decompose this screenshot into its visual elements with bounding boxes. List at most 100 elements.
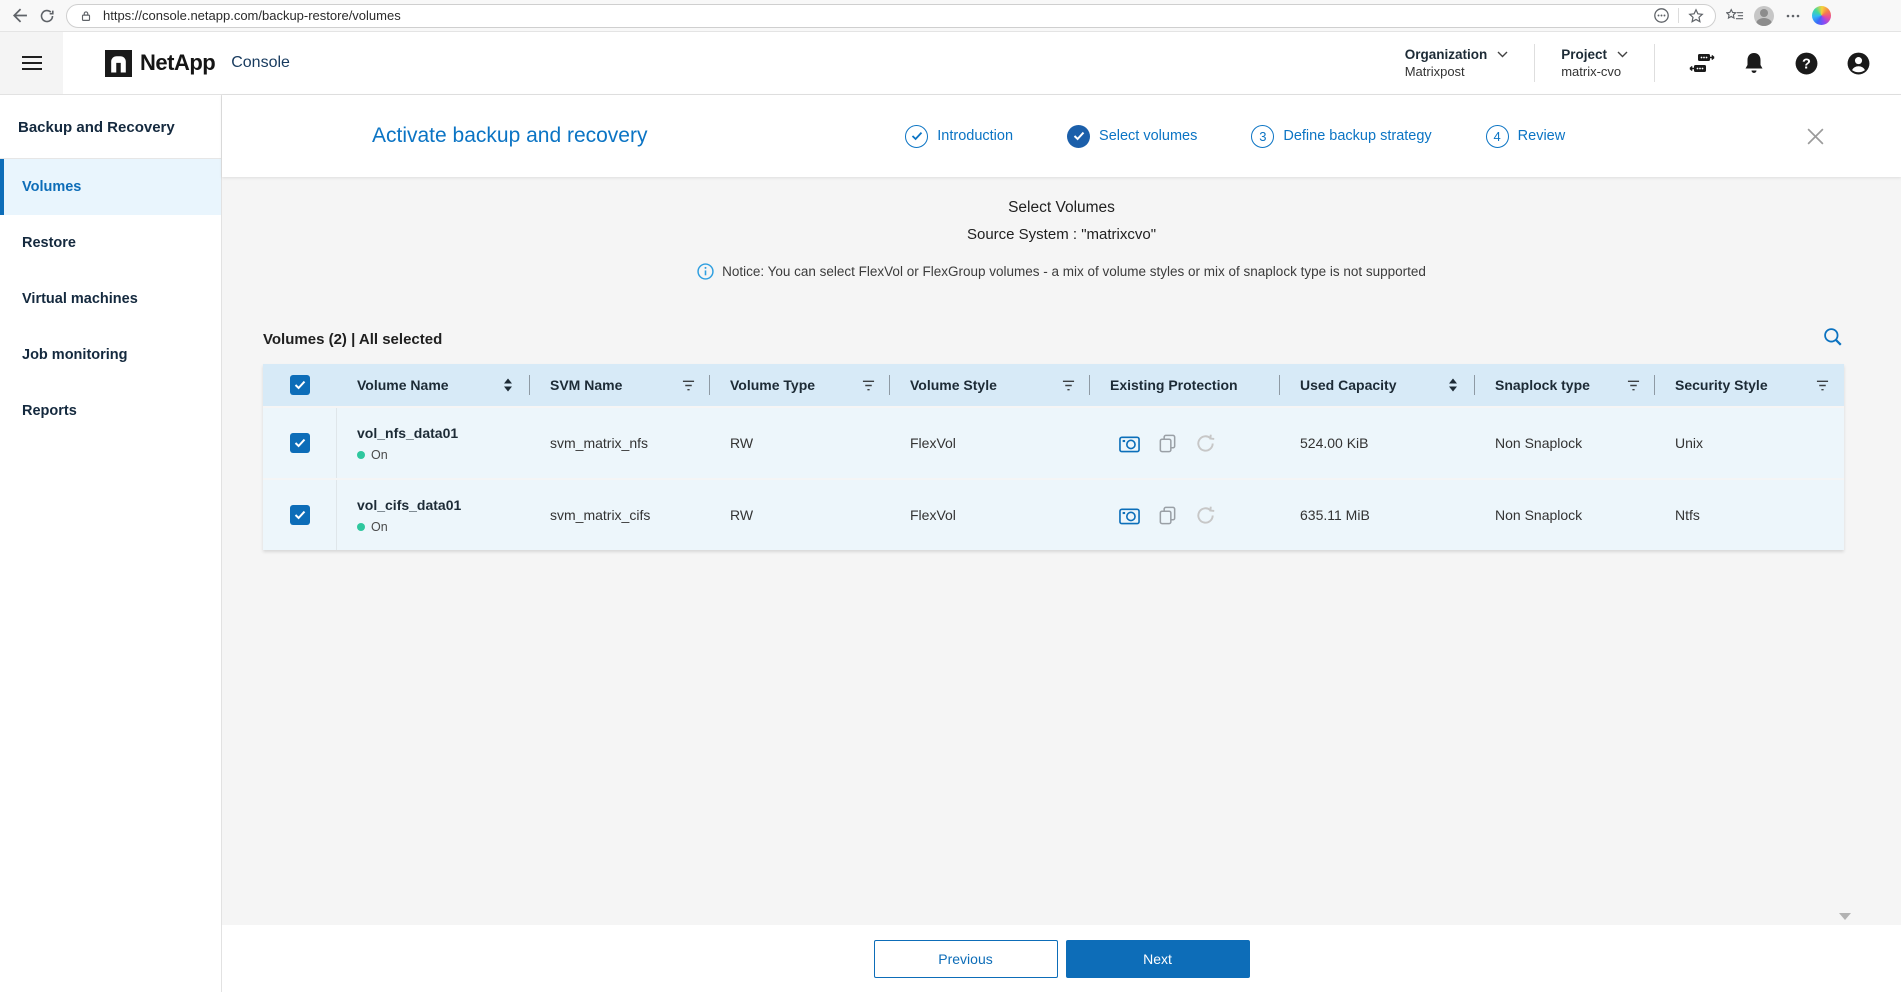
- select-all-checkbox[interactable]: [290, 375, 310, 395]
- close-icon[interactable]: [1803, 123, 1829, 149]
- filter-icon[interactable]: [860, 377, 876, 393]
- sidebar: Backup and Recovery Volumes Restore Virt…: [0, 95, 222, 992]
- lock-icon: [77, 7, 95, 25]
- netapp-logo[interactable]: NetApp: [105, 49, 216, 77]
- volume-type: RW: [730, 507, 754, 523]
- filter-icon[interactable]: [1060, 377, 1076, 393]
- row-checkbox[interactable]: [289, 505, 310, 525]
- filter-icon[interactable]: [1625, 377, 1641, 393]
- reader-ellipsis-icon[interactable]: [1652, 7, 1670, 25]
- notice-banner: Notice: You can select FlexVol or FlexGr…: [222, 263, 1901, 280]
- wizard-steps: Introduction Select volumes 3 Define bac…: [845, 124, 1566, 148]
- filter-icon[interactable]: [680, 377, 696, 393]
- step-current-check-icon: [1067, 124, 1091, 148]
- security-style: Unix: [1675, 435, 1704, 451]
- existing-protection-cell: [1090, 504, 1280, 527]
- column-label: Used Capacity: [1300, 377, 1397, 393]
- organization-label: Organization: [1404, 47, 1488, 62]
- copilot-icon[interactable]: [1812, 6, 1831, 25]
- volume-type: RW: [730, 435, 754, 451]
- organization-selector[interactable]: Organization Matrixpost: [1379, 47, 1535, 79]
- svm-name: svm_matrix_nfs: [550, 435, 649, 451]
- copy-icon[interactable]: [1156, 432, 1179, 455]
- wizard-header: Activate backup and recovery Introductio…: [222, 95, 1901, 177]
- wizard-content: Select Volumes Source System : "matrixcv…: [222, 177, 1901, 925]
- step-introduction[interactable]: Introduction: [905, 124, 1013, 148]
- sort-icon[interactable]: [500, 377, 516, 393]
- browser-back-icon[interactable]: [10, 7, 28, 25]
- copy-icon[interactable]: [1156, 504, 1179, 527]
- step-label: Review: [1517, 128, 1566, 144]
- row-checkbox[interactable]: [289, 433, 310, 453]
- volume-status: On: [371, 447, 388, 462]
- favorites-bar-icon[interactable]: [1726, 7, 1744, 25]
- column-header-security-style[interactable]: Security Style: [1655, 364, 1844, 406]
- column-header-snaplock-type[interactable]: Snaplock type: [1475, 364, 1655, 406]
- sidebar-item-virtual-machines[interactable]: Virtual machines: [0, 271, 221, 327]
- sidebar-item-job-monitoring[interactable]: Job monitoring: [0, 327, 221, 383]
- security-style: Ntfs: [1675, 507, 1700, 523]
- connector-icon[interactable]: [1689, 50, 1715, 76]
- organization-value: Matrixpost: [1404, 64, 1465, 79]
- column-header-svm-name[interactable]: SVM Name: [530, 364, 710, 406]
- column-label: Security Style: [1675, 377, 1768, 393]
- column-label: Snaplock type: [1495, 377, 1590, 393]
- table-row[interactable]: vol_cifs_data01 On svm_matrix_cifs RW Fl…: [263, 478, 1844, 550]
- restore-icon[interactable]: [1194, 432, 1217, 455]
- svm-name: svm_matrix_cifs: [550, 507, 651, 523]
- previous-button[interactable]: Previous: [873, 939, 1058, 978]
- volumes-count-caption: Volumes (2) | All selected: [263, 331, 443, 348]
- step-number: 4: [1485, 124, 1509, 148]
- volume-name: vol_nfs_data01: [357, 424, 459, 441]
- column-label: Existing Protection: [1110, 377, 1238, 393]
- address-bar[interactable]: https://console.netapp.com/backup-restor…: [66, 3, 1716, 28]
- sidebar-item-reports[interactable]: Reports: [0, 383, 221, 439]
- volume-status: On: [371, 519, 388, 534]
- used-capacity: 635.11 MiB: [1300, 507, 1370, 523]
- help-icon[interactable]: ?: [1793, 50, 1819, 76]
- search-icon[interactable]: [1822, 326, 1844, 348]
- svg-text:?: ?: [1802, 56, 1811, 72]
- sort-icon[interactable]: [1445, 377, 1461, 393]
- step-review[interactable]: 4 Review: [1485, 124, 1566, 148]
- project-selector[interactable]: Project matrix-cvo: [1535, 47, 1654, 79]
- status-dot: [357, 450, 365, 459]
- project-label: Project: [1561, 47, 1607, 62]
- scroll-down-indicator[interactable]: [1839, 913, 1851, 920]
- snaplock-type: Non Snaplock: [1495, 507, 1583, 523]
- sidebar-item-restore[interactable]: Restore: [0, 215, 221, 271]
- restore-icon[interactable]: [1194, 504, 1217, 527]
- browser-menu-icon[interactable]: [1784, 7, 1802, 25]
- column-header-used-capacity[interactable]: Used Capacity: [1280, 364, 1475, 406]
- column-label: Volume Style: [910, 377, 997, 393]
- account-icon[interactable]: [1845, 50, 1871, 76]
- filter-icon[interactable]: [1814, 377, 1830, 393]
- sidebar-item-label: Volumes: [22, 179, 82, 195]
- sidebar-item-label: Restore: [22, 235, 76, 251]
- notifications-bell-icon[interactable]: [1741, 50, 1767, 76]
- column-header-volume-type[interactable]: Volume Type: [710, 364, 890, 406]
- step-define-backup-strategy[interactable]: 3 Define backup strategy: [1251, 124, 1432, 148]
- sidebar-item-label: Job monitoring: [22, 347, 128, 363]
- global-menu-button[interactable]: [0, 32, 63, 94]
- column-header-volume-name[interactable]: Volume Name: [337, 364, 530, 406]
- step-completed-check-icon: [905, 124, 929, 148]
- netapp-logo-mark: [105, 49, 132, 77]
- table-row[interactable]: vol_nfs_data01 On svm_matrix_nfs RW Flex…: [263, 406, 1844, 478]
- column-header-volume-style[interactable]: Volume Style: [890, 364, 1090, 406]
- chevron-down-icon: [1617, 51, 1628, 58]
- step-label: Select volumes: [1099, 128, 1198, 144]
- snapshot-camera-icon[interactable]: [1118, 504, 1141, 527]
- snapshot-camera-icon[interactable]: [1118, 432, 1141, 455]
- url-text[interactable]: https://console.netapp.com/backup-restor…: [103, 8, 1644, 23]
- browser-refresh-icon[interactable]: [38, 7, 56, 25]
- sidebar-item-volumes[interactable]: Volumes: [0, 159, 221, 215]
- next-button[interactable]: Next: [1065, 939, 1250, 978]
- brand-name: NetApp: [140, 50, 216, 75]
- browser-profile-avatar[interactable]: [1754, 5, 1774, 26]
- wizard-footer: Previous Next: [222, 925, 1901, 992]
- step-select-volumes[interactable]: Select volumes: [1067, 124, 1198, 148]
- column-header-existing-protection[interactable]: Existing Protection: [1090, 364, 1280, 406]
- favorite-star-icon[interactable]: [1687, 7, 1705, 25]
- chevron-down-icon: [1497, 51, 1508, 58]
